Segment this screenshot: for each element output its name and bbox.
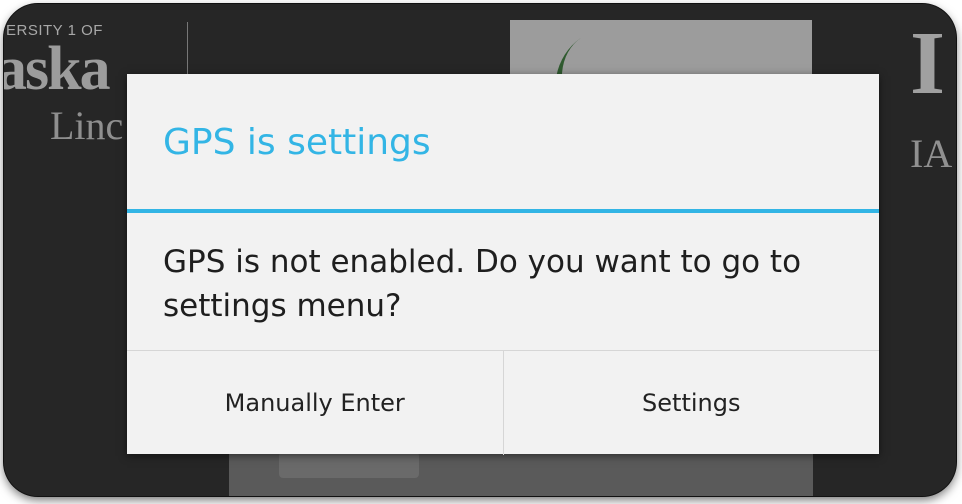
logo-divider xyxy=(187,22,188,82)
logo-sub-text: Linc xyxy=(50,103,124,148)
dialog-button-bar: Manually Enter Settings xyxy=(127,350,879,455)
dialog-title: GPS is settings xyxy=(163,122,431,163)
dialog-message: GPS is not enabled. Do you want to go to… xyxy=(163,244,802,324)
gps-alert-dialog: GPS is settings GPS is not enabled. Do y… xyxy=(127,74,879,455)
manually-enter-button[interactable]: Manually Enter xyxy=(127,351,504,455)
settings-button[interactable]: Settings xyxy=(504,351,880,455)
background-button-shape xyxy=(279,452,419,478)
university-logo-right: I IA xyxy=(910,14,956,182)
logo-right-main-text: I xyxy=(910,14,946,113)
logo-main-text: aska xyxy=(4,35,111,103)
device-screen-frame: ERSITY 1 OF aska Linc I IA GPS is settin… xyxy=(4,4,956,496)
title-divider xyxy=(127,209,879,213)
logo-right-sub-text: IA xyxy=(910,131,953,176)
